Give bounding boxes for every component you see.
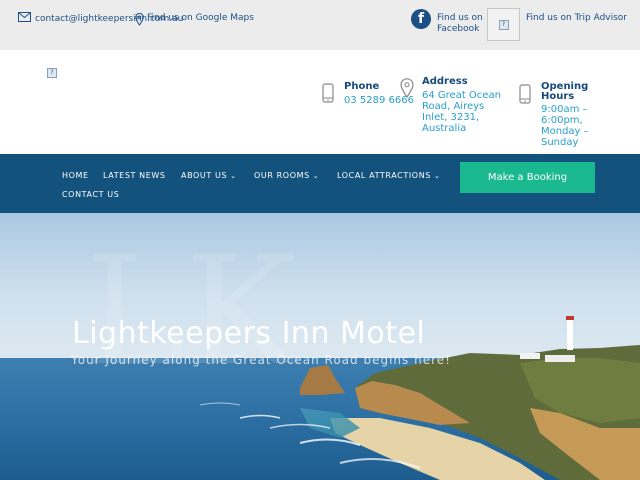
hero-title: Lightkeepers Inn Motel xyxy=(72,316,426,351)
site-logo[interactable]: ? xyxy=(47,68,57,78)
tripadvisor-label[interactable]: Find us on Trip Advisor xyxy=(526,13,627,23)
chevron-down-icon: ⌄ xyxy=(433,172,441,180)
hours-title: Opening Hours xyxy=(541,81,589,102)
nav-label: CONTACT US xyxy=(62,190,120,199)
broken-image-icon: ? xyxy=(47,68,57,78)
facebook-link[interactable]: f Find us on Facebook xyxy=(411,9,485,35)
address-text: 64 Great Ocean Road, Aireys Inlet, 3231,… xyxy=(422,90,501,134)
nav-item-local-attractions[interactable]: LOCAL ATTRACTIONS ⌄ xyxy=(337,171,440,180)
envelope-icon xyxy=(18,12,31,26)
nav-label: LOCAL ATTRACTIONS xyxy=(337,171,431,180)
watermark-lk: LK xyxy=(85,225,300,399)
address-info: Address 64 Great Ocean Road, Aireys Inle… xyxy=(400,76,502,134)
broken-image-icon: ? xyxy=(498,19,509,30)
nav-item-contact-us[interactable]: CONTACT US xyxy=(62,190,119,199)
top-bar: contact@lightkeepersinn.com.au Find us o… xyxy=(0,0,640,50)
nav-label: ABOUT US xyxy=(181,171,228,180)
nav-item-our-rooms[interactable]: OUR ROOMS ⌄ xyxy=(254,171,319,180)
chevron-down-icon: ⌄ xyxy=(230,172,237,180)
hero-subtitle: Your Journey along the Great Ocean Road … xyxy=(71,353,451,367)
map-pin-icon xyxy=(135,12,144,30)
mobile-phone-icon xyxy=(519,84,533,148)
make-booking-button[interactable]: Make a Booking xyxy=(460,162,595,193)
nav-item-home[interactable]: HOME xyxy=(62,171,89,180)
facebook-label[interactable]: Find us on Facebook xyxy=(437,9,485,35)
main-nav: HOME LATEST NEWS ABOUT US ⌄ OUR ROOMS ⌄ LO… xyxy=(0,154,640,213)
address-title: Address xyxy=(422,76,468,87)
nav-label: LATEST NEWS xyxy=(103,171,166,180)
hero-banner: LK Lightkeepers Inn Motel Your Journey a… xyxy=(0,213,640,480)
nav-label: OUR ROOMS xyxy=(254,171,310,180)
hours-info: Opening Hours 9:00am – 6:00pm, Monday – … xyxy=(519,82,601,148)
nav-item-about-us[interactable]: ABOUT US ⌄ xyxy=(181,171,237,180)
location-pin-icon xyxy=(400,78,414,134)
hours-text: 9:00am – 6:00pm, Monday – Sunday xyxy=(541,104,589,148)
nav-label: HOME xyxy=(62,171,89,180)
tripadvisor-image[interactable]: ? xyxy=(487,8,520,41)
facebook-icon[interactable]: f xyxy=(411,9,431,29)
mobile-phone-icon xyxy=(322,83,336,107)
nav-item-latest-news[interactable]: LATEST NEWS xyxy=(103,171,166,180)
header: ? Phone 03 5289 6666 Address 64 Great Oc… xyxy=(0,50,640,154)
chevron-down-icon: ⌄ xyxy=(312,172,320,180)
google-maps-label[interactable]: Find us on Google Maps xyxy=(147,12,254,24)
tripadvisor-link[interactable]: Find us on Trip Advisor xyxy=(526,13,627,24)
google-maps-link[interactable]: Find us on Google Maps xyxy=(135,12,254,30)
